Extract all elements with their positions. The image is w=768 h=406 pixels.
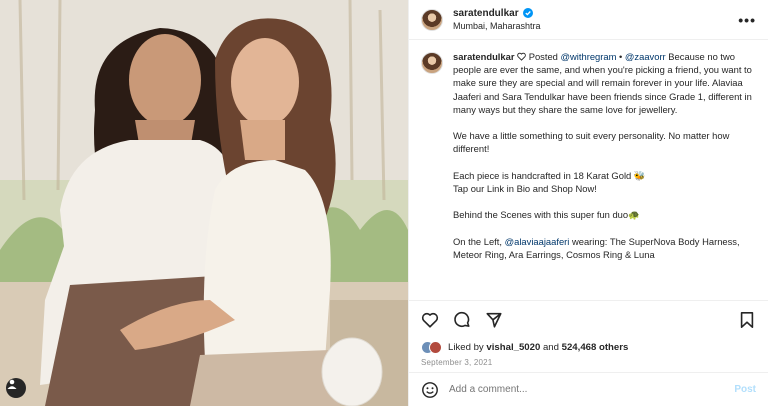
heart-icon	[421, 312, 439, 328]
post-header: saratendulkar Mumbai, Maharashtra •••	[409, 0, 768, 40]
post-date[interactable]: September 3, 2021	[409, 356, 768, 372]
posted-prefix: Posted	[526, 51, 561, 62]
liker-avatar[interactable]	[429, 340, 442, 354]
save-button[interactable]	[736, 309, 758, 331]
tagged-people-button[interactable]	[6, 378, 26, 398]
caption-username[interactable]: saratendulkar	[453, 51, 515, 62]
instagram-post: saratendulkar Mumbai, Maharashtra ••• sa…	[0, 0, 768, 406]
caption-para-3: Each piece is handcrafted in 18 Karat Go…	[453, 169, 646, 181]
post-location[interactable]: Mumbai, Maharashtra	[453, 20, 541, 33]
like-button[interactable]	[419, 309, 441, 331]
post-photo[interactable]	[0, 0, 408, 406]
caption-para-5: Behind the Scenes with this super fun du…	[453, 209, 640, 221]
comment-icon	[454, 311, 470, 327]
mention-zaavorr[interactable]: @zaavorr	[625, 51, 666, 62]
emoji-button[interactable]	[421, 381, 439, 399]
caption-section: saratendulkar Posted @withregram • @zaav…	[409, 40, 768, 300]
liker-username[interactable]: vishal_5020	[486, 342, 540, 353]
post-comment-button[interactable]: Post	[734, 384, 756, 395]
heart-outline-icon	[517, 52, 526, 61]
smiley-icon	[422, 381, 438, 398]
photo-illustration	[0, 0, 408, 406]
comment-button[interactable]	[451, 309, 473, 331]
share-button[interactable]	[483, 309, 505, 331]
caption-para-6-prefix: On the Left,	[453, 235, 505, 247]
mention-withregram[interactable]: @withregram	[561, 51, 617, 62]
caption-text: saratendulkar Posted @withregram • @zaav…	[453, 50, 756, 300]
liked-by-label: Liked by	[448, 341, 487, 353]
verified-badge-icon	[522, 8, 533, 18]
likes-count[interactable]: 524,468 others	[562, 342, 629, 353]
likes-summary: Liked by vishal_5020 and 524,468 others	[409, 338, 768, 356]
caption-para-2: We have a little something to suit every…	[453, 130, 732, 155]
caption-para-4: Tap our Link in Bio and Shop Now!	[453, 183, 597, 195]
likes-and: and	[540, 341, 562, 353]
username-row: saratendulkar	[453, 7, 541, 20]
more-options-button[interactable]: •••	[738, 12, 756, 28]
avatar[interactable]	[421, 8, 443, 31]
bullet-separator: •	[616, 51, 625, 62]
person-tag-icon	[7, 379, 17, 389]
header-text: saratendulkar Mumbai, Maharashtra	[453, 7, 541, 33]
header-username[interactable]: saratendulkar	[453, 7, 519, 20]
action-bar	[409, 300, 768, 338]
mention-alaviaajaaferi[interactable]: @alaviaajaaferi	[505, 236, 570, 247]
paper-plane-icon	[486, 312, 502, 328]
comment-bar: Post	[409, 372, 768, 406]
caption-avatar[interactable]	[421, 52, 443, 74]
bookmark-icon	[740, 311, 754, 328]
post-details-panel: saratendulkar Mumbai, Maharashtra ••• sa…	[408, 0, 768, 406]
comment-input[interactable]	[449, 384, 735, 395]
likes-text: Liked by vishal_5020 and 524,468 others	[448, 342, 628, 353]
